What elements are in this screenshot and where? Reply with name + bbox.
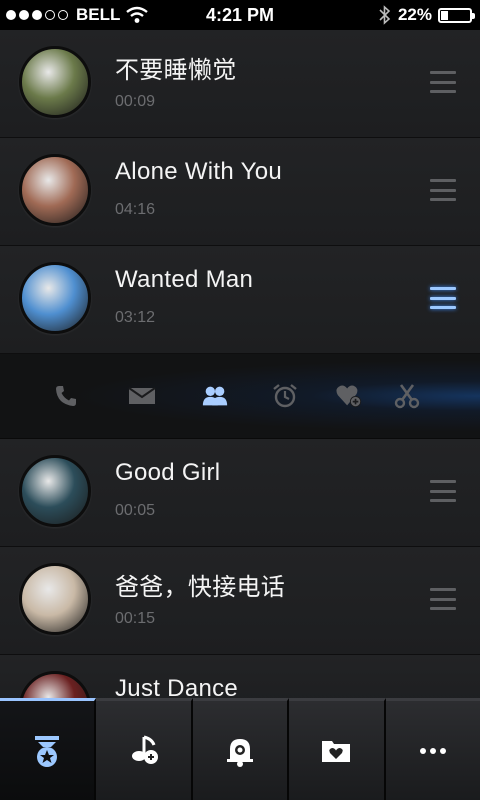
- tab-more[interactable]: [385, 698, 480, 800]
- track-title: 爸爸，快接电话: [115, 574, 286, 601]
- scissors-icon[interactable]: [393, 382, 421, 410]
- tab-favorites[interactable]: [0, 698, 97, 800]
- bluetooth-icon: [379, 5, 391, 25]
- track-avatar: [19, 46, 91, 118]
- tab-music[interactable]: [96, 698, 193, 800]
- bottom-tab-bar: [0, 698, 480, 800]
- track-action-strip: [0, 354, 480, 439]
- track-avatar: [19, 154, 91, 226]
- track-duration: 00:09: [115, 93, 156, 110]
- track-duration: 00:05: [115, 502, 156, 519]
- track-row[interactable]: 爸爸，快接电话 00:15: [0, 547, 480, 655]
- track-title: Good Girl: [115, 459, 221, 486]
- ribbon-star-icon: [35, 735, 60, 767]
- track-title: Wanted Man: [115, 266, 254, 293]
- heart-add-icon[interactable]: [335, 382, 363, 410]
- track-row[interactable]: Good Girl 00:05: [0, 439, 480, 547]
- tab-collection[interactable]: [289, 698, 386, 800]
- menu-icon[interactable]: [430, 179, 456, 201]
- battery-percentage: 22%: [397, 5, 432, 24]
- more-icon: [419, 747, 446, 754]
- menu-icon[interactable]: [430, 480, 456, 502]
- track-duration: 00:15: [115, 610, 156, 627]
- track-row[interactable]: 不要睡懒觉 00:09: [0, 30, 480, 138]
- track-avatar: [19, 563, 91, 635]
- track-row-selected[interactable]: Wanted Man 03:12: [0, 246, 480, 354]
- track-row[interactable]: Alone With You 04:16: [0, 138, 480, 246]
- contacts-icon[interactable]: [201, 382, 229, 410]
- status-bar: BELL 4:21 PM 22%: [0, 0, 480, 30]
- music-note-icon: [131, 735, 158, 764]
- alarm-clock-icon[interactable]: [271, 382, 299, 410]
- menu-icon[interactable]: [430, 588, 456, 610]
- battery-icon: [438, 7, 475, 23]
- track-duration: 04:16: [115, 201, 156, 218]
- phone-icon[interactable]: [52, 382, 80, 410]
- folder-heart-icon: [322, 740, 351, 762]
- alarm-bell-icon: [227, 738, 254, 767]
- envelope-icon[interactable]: [128, 382, 156, 410]
- track-avatar: [19, 262, 91, 334]
- tab-alarm[interactable]: [192, 698, 290, 800]
- menu-icon[interactable]: [430, 287, 456, 309]
- track-avatar: [19, 455, 91, 527]
- track-list: 不要睡懒觉 00:09 Alone With You 04:16 Wanted …: [0, 30, 480, 714]
- track-title: Alone With You: [115, 158, 282, 185]
- menu-icon[interactable]: [430, 71, 456, 93]
- track-duration: 03:12: [115, 309, 156, 326]
- track-title: 不要睡懒觉: [115, 57, 237, 84]
